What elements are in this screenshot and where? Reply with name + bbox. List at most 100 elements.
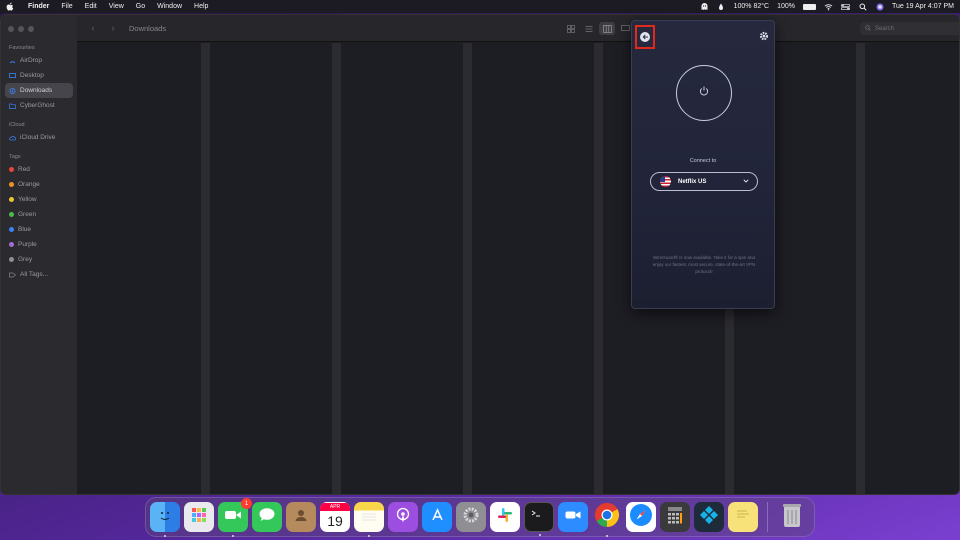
cloud-icon: [9, 135, 17, 141]
tag-color-dot-icon: [9, 242, 14, 247]
menubar-clock[interactable]: Tue 19 Apr 4:07 PM: [892, 3, 954, 10]
sidebar-item-airdrop[interactable]: AirDrop: [1, 53, 77, 68]
launchpad-grid-icon: [190, 506, 208, 529]
column-divider[interactable]: [201, 43, 210, 494]
dock-contacts[interactable]: [286, 502, 316, 532]
tag-color-dot-icon: [9, 212, 14, 217]
temperature-drop-icon[interactable]: [717, 2, 726, 11]
cyberghost-ghost-icon[interactable]: [700, 2, 709, 11]
column-browser[interactable]: [77, 43, 959, 494]
sidebar-item-tag-blue[interactable]: Blue: [1, 222, 77, 237]
menu-help[interactable]: Help: [194, 3, 208, 10]
compass-icon: [629, 503, 653, 532]
control-center-icon[interactable]: [841, 2, 850, 11]
sidebar-item-tag-red[interactable]: Red: [1, 162, 77, 177]
window-controls: [1, 21, 77, 41]
app-menu-finder[interactable]: Finder: [28, 3, 49, 10]
dock-messages[interactable]: [252, 502, 282, 532]
spotlight-search-icon[interactable]: [858, 2, 867, 11]
chevron-down-icon: [743, 179, 749, 185]
search-field[interactable]: Search: [860, 22, 959, 35]
calculator-keys-icon: [667, 506, 683, 529]
us-flag-icon: [660, 176, 671, 187]
sidebar-item-icloud-drive[interactable]: iCloud Drive: [1, 130, 77, 145]
app-store-a-icon: [428, 506, 446, 529]
battery-percent[interactable]: 100%: [777, 3, 795, 10]
connect-power-button[interactable]: [676, 65, 732, 121]
menu-window[interactable]: Window: [157, 3, 182, 10]
menu-view[interactable]: View: [109, 3, 124, 10]
tag-color-dot-icon: [9, 257, 14, 262]
sidebar-item-all-tags[interactable]: All Tags...: [1, 267, 77, 282]
dock-terminal[interactable]: [524, 502, 554, 536]
tag-color-dot-icon: [9, 182, 14, 187]
back-chevron-icon[interactable]: ‹: [87, 22, 99, 34]
sidebar-item-desktop[interactable]: Desktop: [1, 68, 77, 83]
notes-lines-icon: [360, 508, 378, 527]
dock-safari[interactable]: [626, 502, 656, 532]
running-indicator: [539, 534, 541, 536]
apple-icon[interactable]: [6, 2, 16, 12]
finder-face-icon: [156, 506, 174, 529]
battery-icon[interactable]: [803, 3, 816, 10]
sidebar-item-label: Green: [18, 211, 37, 218]
slack-hash-icon: [496, 506, 514, 529]
dock-kodi[interactable]: [694, 502, 724, 532]
dock-notes[interactable]: [354, 502, 384, 537]
dock-finder[interactable]: [150, 502, 180, 537]
menu-go[interactable]: Go: [136, 3, 145, 10]
menu-bar: Finder File Edit View Go Window Help 100…: [0, 0, 960, 13]
zoom-window-button[interactable]: [28, 26, 34, 32]
gear-icon[interactable]: [758, 29, 770, 41]
column-divider[interactable]: [594, 43, 603, 494]
dock-stickies[interactable]: [728, 502, 758, 532]
terminal-prompt-icon: [530, 508, 548, 527]
sidebar-item-cyberghost[interactable]: CyberGhost: [1, 98, 77, 113]
dock: 1 APR 19: [145, 497, 815, 537]
server-name: Netflix US: [678, 178, 707, 185]
dock-slack[interactable]: [490, 502, 520, 532]
column-divider[interactable]: [332, 43, 341, 494]
sidebar-item-label: Desktop: [20, 72, 44, 79]
dock-calendar[interactable]: APR 19: [320, 502, 350, 532]
list-view-button[interactable]: [581, 22, 597, 35]
close-window-button[interactable]: [8, 26, 14, 32]
siri-icon[interactable]: [875, 2, 884, 11]
sidebar-item-tag-green[interactable]: Green: [1, 207, 77, 222]
sidebar-item-label: Purple: [18, 241, 37, 248]
dock-launchpad[interactable]: [184, 502, 214, 532]
settings-gear-icon: [461, 505, 481, 530]
sidebar-item-tag-yellow[interactable]: Yellow: [1, 192, 77, 207]
dock-app-store[interactable]: [422, 502, 452, 532]
forward-chevron-icon[interactable]: ›: [107, 22, 119, 34]
tag-color-dot-icon: [9, 227, 14, 232]
dock-trash[interactable]: [777, 502, 807, 532]
dock-podcasts[interactable]: [388, 502, 418, 532]
downloads-icon: [9, 87, 16, 94]
server-dropdown[interactable]: Netflix US: [650, 172, 758, 191]
minimize-window-button[interactable]: [18, 26, 24, 32]
video-camera-icon: [224, 508, 242, 526]
tags-header: Tags: [9, 154, 21, 160]
sidebar-item-tag-purple[interactable]: Purple: [1, 237, 77, 252]
dock-system-preferences[interactable]: [456, 502, 486, 532]
column-divider[interactable]: [463, 43, 472, 494]
sidebar-item-tag-orange[interactable]: Orange: [1, 177, 77, 192]
menu-file[interactable]: File: [61, 3, 72, 10]
sidebar-item-label: Yellow: [18, 196, 37, 203]
icon-view-button[interactable]: [563, 22, 579, 35]
battery-temp-status[interactable]: 100% 82°C: [734, 3, 770, 10]
sidebar-item-downloads[interactable]: Downloads: [5, 83, 73, 98]
menu-edit[interactable]: Edit: [85, 3, 97, 10]
sticky-note-icon: [734, 507, 752, 528]
column-view-button[interactable]: [599, 22, 615, 35]
wifi-icon[interactable]: [824, 2, 833, 11]
dock-zoom[interactable]: [558, 502, 588, 532]
column-divider[interactable]: [856, 43, 865, 494]
dock-chrome[interactable]: [592, 502, 622, 537]
sidebar-item-label: Orange: [18, 181, 40, 188]
dock-facetime[interactable]: 1: [218, 498, 252, 537]
sidebar-item-tag-grey[interactable]: Grey: [1, 252, 77, 267]
back-button-highlight[interactable]: [635, 25, 655, 49]
dock-calculator[interactable]: [660, 502, 690, 532]
